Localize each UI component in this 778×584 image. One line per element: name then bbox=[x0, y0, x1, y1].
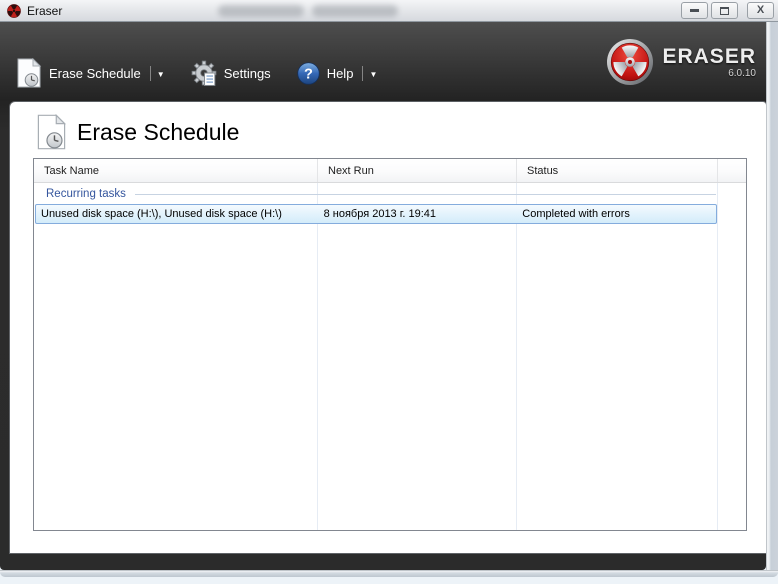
toolbar-separator bbox=[362, 65, 364, 81]
toolbar-separator bbox=[149, 65, 151, 81]
group-rule-line bbox=[134, 193, 716, 195]
brand-name: ERASER bbox=[662, 44, 756, 68]
column-header-next-run[interactable]: Next Run bbox=[318, 159, 517, 182]
brand: ERASER 6.0.10 bbox=[606, 38, 756, 86]
eraser-app-icon bbox=[7, 3, 21, 18]
maximize-button[interactable] bbox=[711, 2, 738, 19]
column-header-status[interactable]: Status bbox=[517, 159, 718, 182]
column-header-blank bbox=[718, 159, 746, 182]
content-panel: Erase Schedule Task Name Next Run Status bbox=[10, 102, 766, 553]
window-controls: X bbox=[681, 2, 774, 19]
question-circle-icon: ? bbox=[297, 61, 320, 85]
page-header: Erase Schedule bbox=[36, 114, 239, 150]
column-gridline bbox=[516, 183, 517, 530]
page-title: Erase Schedule bbox=[77, 118, 240, 145]
close-button[interactable]: X bbox=[747, 2, 774, 19]
group-header-recurring-tasks[interactable]: Recurring tasks bbox=[34, 183, 746, 204]
minimize-icon bbox=[690, 9, 699, 12]
svg-text:?: ? bbox=[304, 66, 313, 82]
help-dropdown-arrow[interactable]: ▼ bbox=[369, 68, 377, 79]
task-name-cell: Unused disk space (H:\), Unused disk spa… bbox=[41, 208, 282, 220]
group-label: Recurring tasks bbox=[46, 187, 126, 200]
titlebar[interactable]: Eraser X bbox=[0, 0, 778, 22]
client-area: Erase Schedule ▼ Settings ? Help ▼ ERASE… bbox=[0, 22, 766, 570]
window-frame-bottom bbox=[0, 570, 778, 577]
close-icon: X bbox=[756, 4, 765, 16]
brand-version: 6.0.10 bbox=[728, 67, 756, 79]
document-clock-icon bbox=[36, 114, 67, 150]
redacted-text bbox=[218, 5, 398, 17]
window-frame-right bbox=[766, 22, 778, 577]
erase-schedule-button[interactable]: Erase Schedule bbox=[16, 58, 141, 88]
toolbar: Erase Schedule ▼ Settings ? Help ▼ ERASE… bbox=[0, 22, 766, 102]
column-gridline bbox=[317, 183, 318, 530]
column-header-task-name[interactable]: Task Name bbox=[34, 159, 318, 182]
help-label: Help bbox=[326, 65, 354, 81]
document-clock-icon bbox=[16, 58, 42, 88]
task-table: Task Name Next Run Status Recurring task… bbox=[33, 158, 747, 531]
radiation-trefoil-logo-icon bbox=[606, 38, 654, 86]
table-body: Recurring tasks Unused disk space (H:\),… bbox=[34, 183, 746, 530]
column-gridline bbox=[717, 183, 718, 530]
window-title: Eraser bbox=[27, 3, 63, 18]
task-row-selected[interactable]: Unused disk space (H:\), Unused disk spa… bbox=[35, 204, 717, 224]
settings-label: Settings bbox=[223, 65, 271, 81]
gear-document-icon bbox=[191, 60, 217, 86]
next-run-cell: 8 ноября 2013 г. 19:41 bbox=[323, 208, 437, 220]
maximize-icon bbox=[720, 6, 729, 15]
table-header: Task Name Next Run Status bbox=[34, 159, 746, 183]
desktop: Eraser X Erase Schedule ▼ Settings ? Hel… bbox=[0, 0, 778, 584]
erase-schedule-label: Erase Schedule bbox=[49, 65, 141, 81]
settings-button[interactable]: Settings bbox=[191, 60, 271, 86]
minimize-button[interactable] bbox=[681, 2, 708, 19]
status-cell: Completed with errors bbox=[522, 208, 630, 220]
erase-schedule-dropdown-arrow[interactable]: ▼ bbox=[157, 68, 165, 79]
help-button[interactable]: ? Help bbox=[297, 61, 354, 85]
